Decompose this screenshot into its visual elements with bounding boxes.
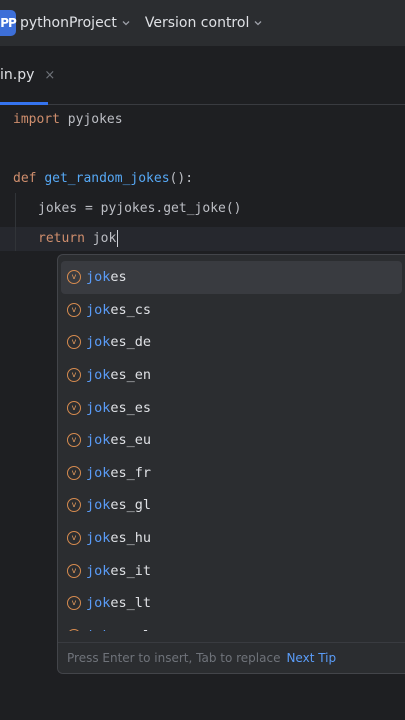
code-line-3: def get_random_jokes():: [13, 167, 193, 191]
variable: jokes: [38, 201, 78, 216]
chevron-down-icon: [122, 21, 130, 26]
variable-icon: v: [67, 563, 81, 578]
completion-text: jokes: [86, 269, 127, 286]
completion-text: jokes_pl: [86, 628, 151, 631]
completion-item[interactable]: v jokes_eu: [58, 424, 405, 457]
code-text: pyjokes: [59, 112, 123, 127]
completion-text: jokes_fr: [86, 464, 152, 481]
variable-icon: v: [67, 302, 81, 317]
completion-text: jokes_lt: [86, 595, 152, 612]
completion-item[interactable]: v jokes_it: [58, 554, 405, 587]
completion-item[interactable]: v jokes_en: [58, 359, 405, 392]
completion-popup: v jokes v jokes_cs v jokes_de v jokes_en v jo…: [57, 254, 405, 674]
code-text: = pyjokes.get_joke(): [77, 201, 242, 216]
completion-item[interactable]: v jokes_hu: [58, 522, 405, 555]
tab-main-py[interactable]: in.py ×: [0, 46, 55, 104]
indent-guide: [15, 193, 16, 251]
close-icon[interactable]: ×: [44, 68, 55, 83]
completion-text: jokes_es: [86, 399, 152, 416]
project-selector[interactable]: pythonProject: [20, 15, 131, 31]
editor-tab-bar: in.py ×: [0, 46, 405, 105]
version-control-label: Version control: [144, 15, 250, 31]
completion-footer: Press Enter to insert, Tab to replace Ne…: [58, 642, 405, 673]
project-badge[interactable]: PP: [0, 10, 17, 36]
keyword: import: [13, 112, 60, 127]
code-text: ():: [169, 171, 194, 186]
variable-icon: v: [67, 335, 81, 350]
variable-icon: v: [67, 433, 81, 448]
completion-item[interactable]: v jokes_fr: [58, 457, 405, 490]
variable-icon: v: [67, 628, 81, 631]
completion-text: jokes_en: [86, 367, 152, 384]
completion-item[interactable]: v jokes_lt: [58, 587, 405, 620]
variable-icon: v: [67, 270, 81, 285]
keyword: return: [38, 231, 85, 246]
keyword: def: [13, 171, 37, 186]
code-line-1: import pyjokes: [13, 108, 123, 132]
code-line-4: jokes = pyjokes.get_joke(): [38, 197, 242, 221]
completion-text: jokes_de: [86, 334, 152, 351]
completion-item[interactable]: v jokes_cs: [58, 294, 405, 327]
completion-item[interactable]: v jokes_de: [58, 326, 405, 359]
tab-label: in.py: [0, 67, 35, 83]
completion-item[interactable]: v jokes_gl: [58, 489, 405, 522]
function-name: get_random_jokes: [44, 171, 170, 186]
completion-item[interactable]: v jokes_pl: [58, 620, 405, 631]
text-caret: [117, 230, 119, 247]
completion-text: jokes_hu: [86, 530, 152, 547]
variable-icon: v: [67, 531, 81, 546]
completion-text: jokes_gl: [86, 497, 152, 514]
variable-icon: v: [67, 400, 81, 415]
title-bar: PP pythonProject Version control: [0, 0, 405, 46]
chevron-down-icon: [254, 21, 262, 26]
completion-item[interactable]: v jokes_es: [58, 391, 405, 424]
completion-text: jokes_it: [86, 562, 152, 579]
next-tip-link[interactable]: Next Tip: [286, 651, 336, 665]
variable-icon: v: [67, 498, 81, 513]
variable-icon: v: [67, 368, 81, 383]
completion-list[interactable]: v jokes v jokes_cs v jokes_de v jokes_en v jo…: [58, 261, 405, 631]
project-name: pythonProject: [20, 15, 117, 31]
variable-icon: v: [67, 465, 81, 480]
completion-text: jokes_eu: [86, 432, 152, 449]
code-text: jok: [84, 231, 117, 246]
variable-icon: v: [67, 596, 81, 611]
footer-hint: Press Enter to insert, Tab to replace: [67, 651, 281, 665]
completion-text: jokes_cs: [86, 301, 152, 318]
version-control-menu[interactable]: Version control: [145, 15, 263, 31]
completion-item[interactable]: v jokes: [61, 261, 402, 294]
code-line-5: return jok: [38, 227, 119, 251]
